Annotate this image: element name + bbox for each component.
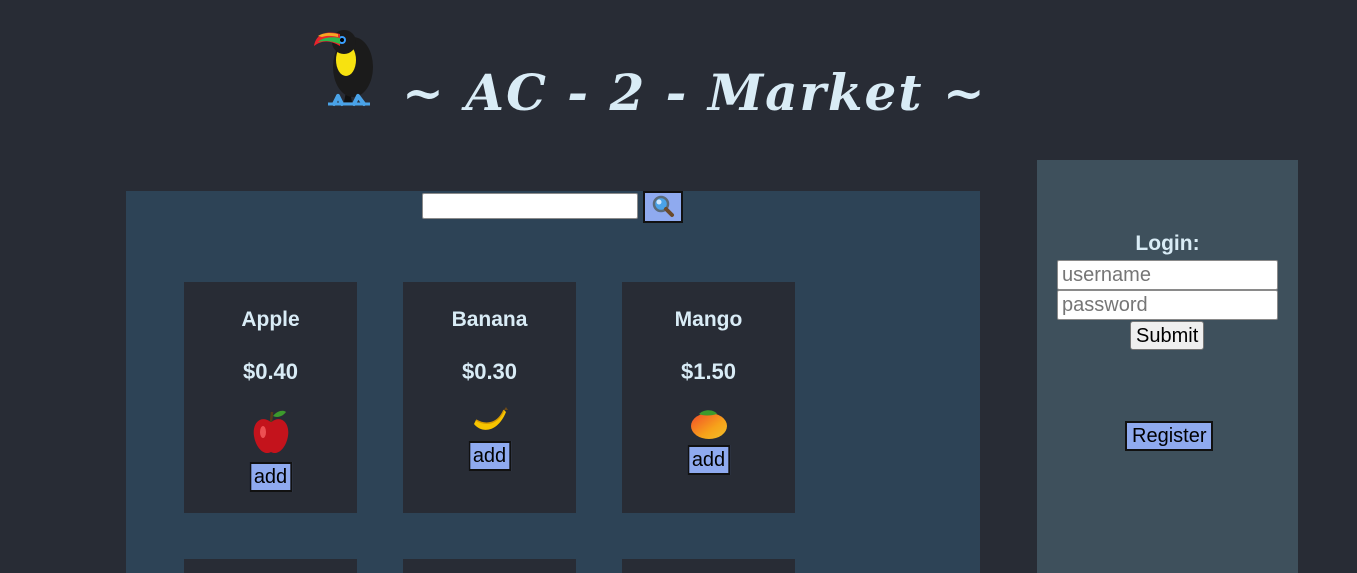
product-card (403, 559, 576, 573)
product-card-banana: Banana $0.30 add (403, 282, 576, 513)
banana-icon (470, 406, 510, 440)
product-card-mango: Mango $1.50 add (622, 282, 795, 513)
site-title: ~ AC - 2 - Market ~ (402, 63, 987, 122)
search-input[interactable] (422, 193, 638, 219)
product-card (622, 559, 795, 573)
add-banana-button[interactable]: add (467, 441, 512, 471)
login-panel: Login: Submit Register (1037, 160, 1298, 573)
toucan-icon (308, 22, 388, 112)
product-panel: Apple $0.40 add Banana $0.30 add Mango $… (126, 191, 980, 573)
product-name: Mango (674, 308, 743, 331)
login-title: Login: (1135, 232, 1200, 255)
product-price: $0.30 (461, 359, 518, 384)
add-apple-button[interactable]: add (248, 462, 293, 492)
product-card (184, 559, 357, 573)
product-name: Banana (451, 308, 528, 331)
magnifier-icon (651, 194, 675, 221)
register-button[interactable]: Register (1125, 421, 1214, 451)
add-mango-button[interactable]: add (686, 445, 731, 475)
submit-button[interactable]: Submit (1130, 321, 1205, 350)
apple-icon (252, 408, 290, 460)
password-field[interactable] (1057, 290, 1278, 320)
product-card-apple: Apple $0.40 add (184, 282, 357, 513)
product-price: $0.40 (242, 359, 299, 384)
search-button[interactable] (643, 191, 683, 223)
product-name: Apple (241, 308, 300, 331)
product-price: $1.50 (680, 359, 737, 384)
mango-icon (689, 408, 729, 444)
page: ~ AC - 2 - Market ~ Apple $0.40 add Bana… (0, 0, 1357, 573)
username-field[interactable] (1057, 260, 1278, 290)
